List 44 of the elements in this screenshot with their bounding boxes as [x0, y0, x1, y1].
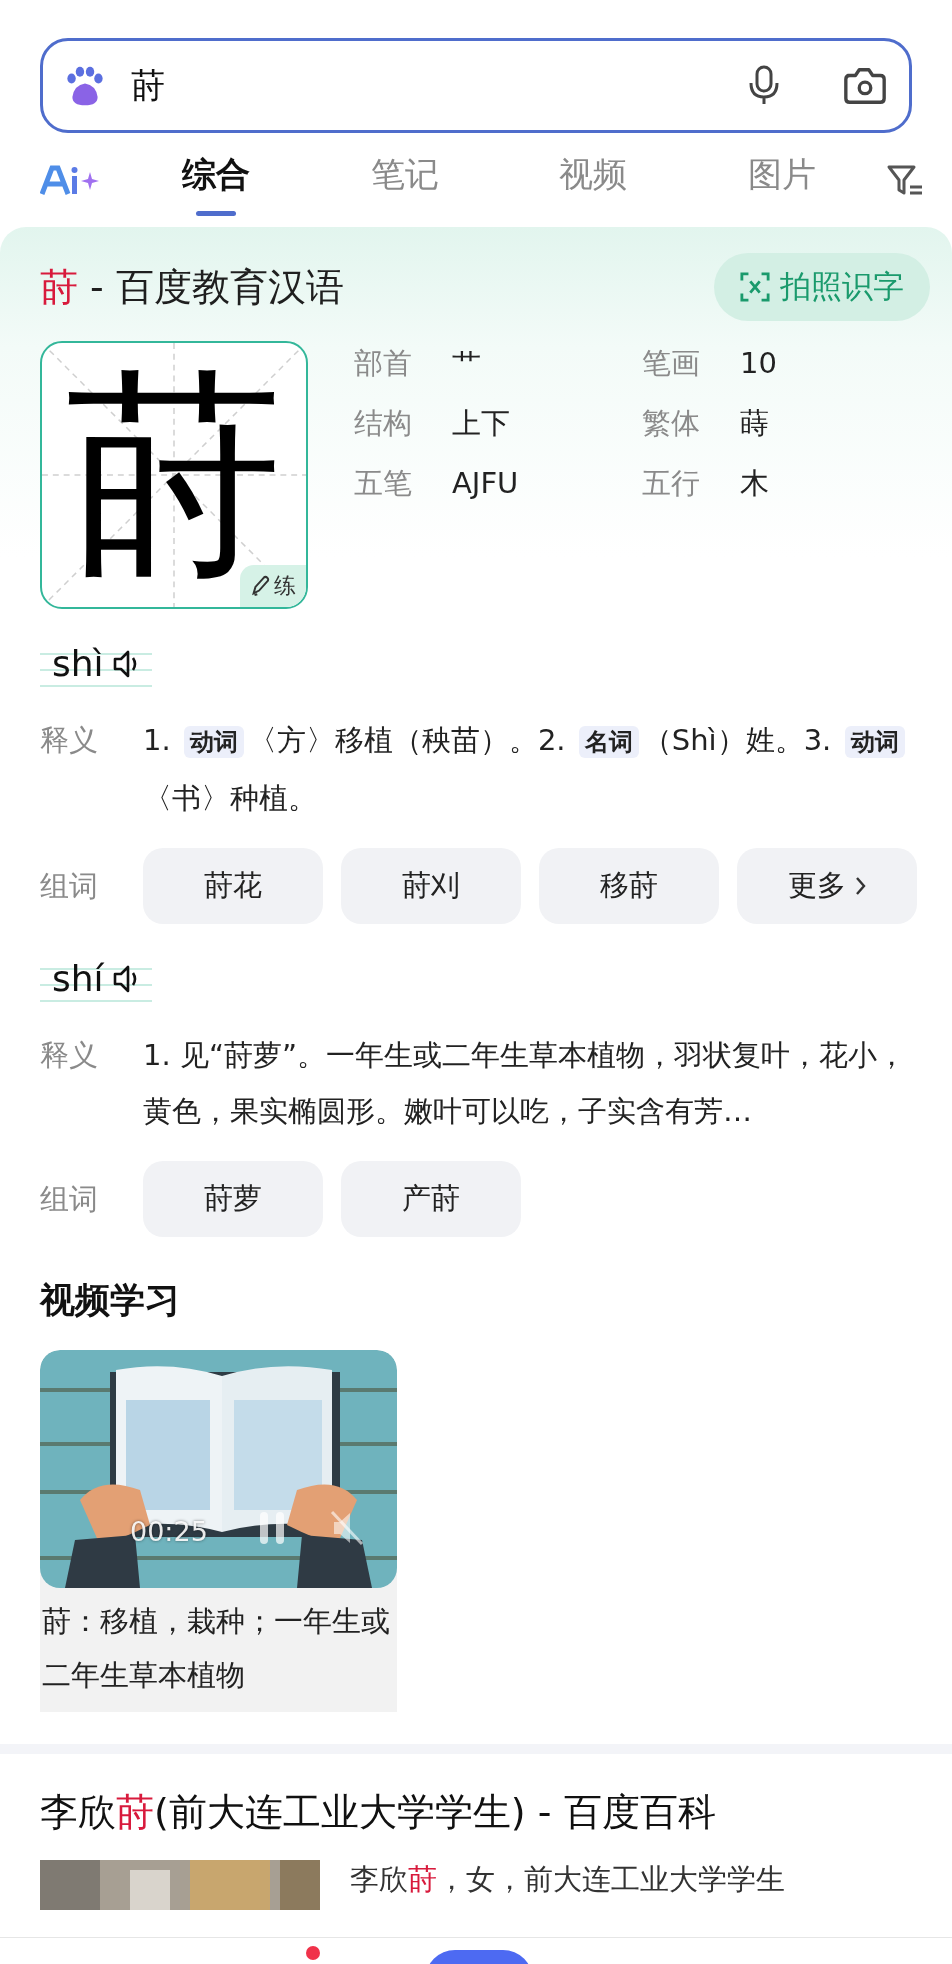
definition-text: （Shì）姓。3. [642, 723, 833, 757]
paw-logo-icon [64, 64, 106, 107]
attribute-value: 木 [740, 465, 770, 502]
word-chip[interactable]: 产莳 [341, 1161, 521, 1237]
definition-label: 释义 [40, 1037, 99, 1074]
part-of-speech-tag: 名词 [578, 726, 639, 758]
card-title: 莳 - 百度教育汉语 [40, 263, 344, 311]
definition-text: 1. [143, 723, 172, 757]
attribute-label: 繁体 [642, 405, 701, 442]
section-title: 视频学习 [40, 1279, 181, 1322]
word-chip[interactable]: 莳刈 [341, 848, 521, 924]
pause-icon[interactable] [258, 1510, 286, 1546]
word-chip[interactable]: 移莳 [539, 848, 719, 924]
result-snippet: 李欣莳，女，前大连工业大学学生 [350, 1861, 785, 1898]
chevron-right-icon [854, 876, 866, 896]
notification-dot [306, 1946, 320, 1960]
words-label: 组词 [40, 1181, 99, 1218]
word-chip[interactable]: 莳萝 [143, 1161, 323, 1237]
scan-icon [740, 272, 770, 302]
more-button[interactable]: 更多 [737, 848, 917, 924]
definition-text: 〈书〉种植。 [143, 781, 317, 815]
attribute-label: 五行 [642, 465, 701, 502]
tab[interactable]: 综合 [172, 144, 261, 216]
attribute-value: AJFU [452, 465, 520, 502]
attribute-value: 艹 [452, 345, 482, 382]
video-caption: 莳：移植，栽种；一年生或二年生草本植物 [41, 1603, 391, 1694]
words-label: 组词 [40, 868, 99, 905]
attribute-label: 结构 [354, 405, 413, 442]
definition-text: 〈方〉移植（秧苗）。2. [247, 723, 567, 757]
result-title[interactable]: 李欣莳(前大连工业大学学生) - 百度百科 [40, 1782, 912, 1842]
attribute-label: 部首 [354, 345, 413, 382]
filter-icon[interactable] [886, 163, 924, 197]
definition-text: 1. 见“莳萝”。一年生或二年生草本植物，羽状复叶，花小，黄色，果实椭圆形。嫩叶可以吃，子实含有芳… [143, 1038, 906, 1128]
attribute-label: 笔画 [642, 345, 701, 382]
part-of-speech-tag: 动词 [844, 726, 905, 758]
mute-icon[interactable] [330, 1510, 364, 1546]
part-of-speech-tag: 动词 [183, 726, 244, 758]
attribute-value: 蒔 [740, 405, 770, 442]
word-chip[interactable]: 莳花 [143, 848, 323, 924]
attribute-value: 10 [740, 345, 777, 382]
attribute-label: 五笔 [354, 465, 413, 502]
search-field[interactable]: 莳 [40, 38, 912, 133]
attribute-value: 上下 [452, 405, 511, 442]
definition-label: 释义 [40, 722, 99, 759]
